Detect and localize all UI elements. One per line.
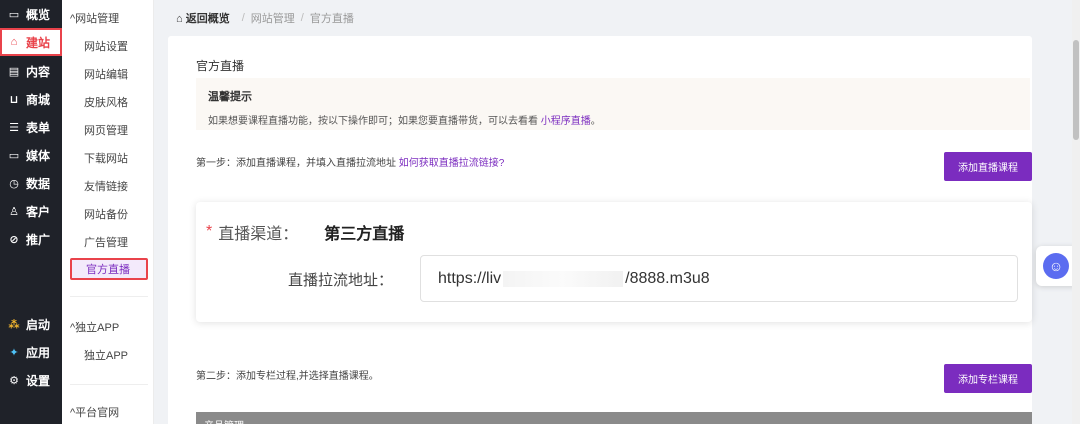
channel-label: 直播渠道： <box>218 226 299 243</box>
nav-item-form[interactable]: ☰ 表单 <box>0 113 62 141</box>
sub-group-platform[interactable]: ^平台官网 <box>70 404 119 420</box>
media-icon: ▭ <box>8 149 20 162</box>
preview-strip: 产品管理 <box>196 412 1032 424</box>
tip-text: 如果想要课程直播功能，按以下操作即可；如果您要直播带货，可以去看看 小程序直播。 <box>208 116 601 127</box>
breadcrumb-separator: / <box>241 12 245 24</box>
sub-item-friend-links[interactable]: 友情链接 <box>84 178 128 194</box>
nav-item-data[interactable]: ◷ 数据 <box>0 169 62 197</box>
settings-icon: ⚙ <box>9 374 19 387</box>
data-icon: ◷ <box>9 177 19 190</box>
scrollbar-thumb[interactable] <box>1073 40 1079 140</box>
stream-url-label: 直播拉流地址： <box>288 272 394 289</box>
add-live-course-button[interactable]: 添加直播课程 <box>944 152 1032 181</box>
page-title: 官方直播 <box>196 59 245 73</box>
required-marker: * <box>206 223 213 240</box>
headset-icon: ☺ <box>1043 253 1069 279</box>
breadcrumb-home[interactable]: ⌂ 返回概览 <box>176 10 230 26</box>
channel-value: 第三方直播 <box>324 226 405 243</box>
tip-title: 温馨提示 <box>208 91 252 103</box>
stream-url-input[interactable]: https://liv/8888.m3u8 <box>420 255 1018 302</box>
sub-group-app[interactable]: ^独立APP <box>70 319 119 335</box>
breadcrumb-separator: / <box>300 12 304 24</box>
step1-text: 第一步：添加直播课程，并填入直播拉流地址 如何获取直播拉流链接? <box>196 158 505 169</box>
channel-panel: * 直播渠道： 第三方直播 直播拉流地址： https://liv/8888.m… <box>196 202 1032 322</box>
content-icon: ▤ <box>8 65 20 78</box>
sub-item-app[interactable]: 独立APP <box>84 347 128 363</box>
sub-item-site-edit[interactable]: 网站编辑 <box>84 66 128 82</box>
sub-item-download[interactable]: 下载网站 <box>84 150 128 166</box>
sub-item-official-live[interactable]: 官方直播 <box>70 258 148 280</box>
redacted-area <box>503 270 624 287</box>
launch-icon: ⁂ <box>8 318 20 331</box>
breadcrumb-level1[interactable]: 网站管理 <box>251 10 295 26</box>
nav-item-media[interactable]: ▭ 媒体 <box>0 141 62 169</box>
nav-item-customer[interactable]: ♙ 客户 <box>0 197 62 225</box>
sub-item-site-settings[interactable]: 网站设置 <box>84 38 128 54</box>
how-to-get-stream-link[interactable]: 如何获取直播拉流链接? <box>399 158 505 169</box>
sub-item-skin[interactable]: 皮肤风格 <box>84 94 128 110</box>
step2-text: 第二步：添加专栏过程,并选择直播课程。 <box>196 371 379 382</box>
form-icon: ☰ <box>9 121 19 134</box>
home-icon: ⌂ <box>10 36 18 48</box>
user-icon: ♙ <box>9 205 19 218</box>
overview-icon: ▭ <box>8 8 20 21</box>
breadcrumb: ⌂ 返回概览 / 网站管理 / 官方直播 <box>154 0 1080 36</box>
nav-item-apps[interactable]: ✦ 应用 <box>0 338 62 366</box>
link-icon: ⊘ <box>9 233 19 246</box>
channel-row: * 直播渠道： 第三方直播 <box>206 220 404 244</box>
nav-item-content[interactable]: ▤ 内容 <box>0 57 62 85</box>
nav-item-promote[interactable]: ⊘ 推广 <box>0 225 62 253</box>
cart-icon: ⊔ <box>9 93 19 106</box>
tip-box: 温馨提示 如果想要课程直播功能，按以下操作即可；如果您要直播带货，可以去看看 小… <box>196 78 1030 130</box>
sub-divider <box>70 296 148 297</box>
main-nav: ▭ 概览 ⌂ 建站 ▤ 内容 ⊔ 商城 ☰ 表单 ▭ 媒体 ◷ 数据 ♙ 客户 ⊘ 推广 ⁂ 启动 … <box>0 0 62 424</box>
sub-item-pages[interactable]: 网页管理 <box>84 122 128 138</box>
sub-menu: ^网站管理 网站设置 网站编辑 皮肤风格 网页管理 下载网站 友情链接 网站备份… <box>62 0 154 424</box>
customer-support-button[interactable]: ☺ <box>1036 246 1076 286</box>
sub-divider <box>70 384 148 385</box>
sub-item-backup[interactable]: 网站备份 <box>84 206 128 222</box>
mini-program-live-link[interactable]: 小程序直播 <box>541 116 591 127</box>
nav-item-launch[interactable]: ⁂ 启动 <box>0 310 62 338</box>
sub-group-site-management[interactable]: ^网站管理 <box>70 10 119 26</box>
sub-item-ads[interactable]: 广告管理 <box>84 234 128 250</box>
add-column-course-button[interactable]: 添加专栏课程 <box>944 364 1032 393</box>
nav-item-overview[interactable]: ▭ 概览 <box>0 0 62 28</box>
apps-icon: ✦ <box>9 346 19 359</box>
main-card: 官方直播 温馨提示 如果想要课程直播功能，按以下操作即可；如果您要直播带货，可以… <box>168 36 1032 424</box>
home-icon: ⌂ <box>176 13 183 25</box>
nav-item-settings[interactable]: ⚙ 设置 <box>0 366 62 394</box>
breadcrumb-level2: 官方直播 <box>309 13 354 25</box>
nav-item-site[interactable]: ⌂ 建站 <box>0 28 62 56</box>
nav-item-shop[interactable]: ⊔ 商城 <box>0 85 62 113</box>
